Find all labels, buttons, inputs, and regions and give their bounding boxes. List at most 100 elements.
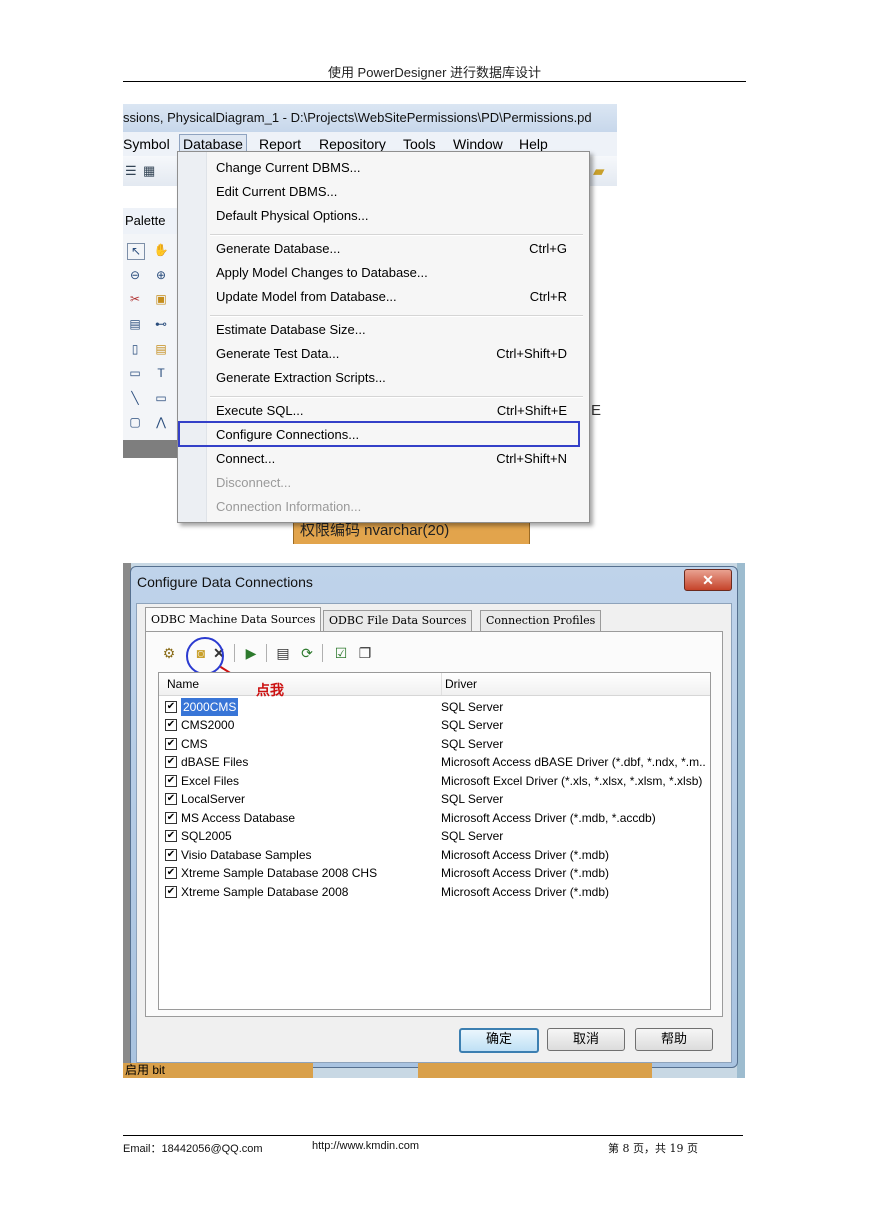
menu-item-label: Estimate Database Size... [216, 322, 366, 337]
checkbox[interactable]: ✔ [165, 830, 177, 842]
data-source-driver: Microsoft Access dBASE Driver (*.dbf, *.… [441, 755, 706, 769]
menu-item-label: Execute SQL... [216, 403, 304, 418]
menu-item-generate-extraction-scripts[interactable]: Generate Extraction Scripts... [216, 367, 567, 389]
ok-button[interactable]: 确定 [459, 1028, 539, 1053]
zoom-out-icon[interactable]: ⊖ [127, 268, 143, 283]
pointer-icon[interactable]: ↖ [127, 243, 145, 260]
menu-item-label: Edit Current DBMS... [216, 184, 338, 199]
configure-connections-dialog: Configure Data Connections ✕ ODBC Machin… [130, 566, 738, 1068]
menu-symbol[interactable]: Symbol [123, 132, 170, 156]
data-source-name: Visio Database Samples [181, 848, 312, 862]
menu-item-generate-test-data[interactable]: Generate Test Data... Ctrl+Shift+D [216, 343, 567, 365]
menu-item-default-physical-options[interactable]: Default Physical Options... [216, 205, 567, 227]
menu-item-estimate-size[interactable]: Estimate Database Size... [216, 319, 567, 341]
data-source-driver: SQL Server [441, 718, 504, 732]
background-strip [737, 563, 745, 1078]
checkbox[interactable]: ✔ [165, 775, 177, 787]
dialog-title: Configure Data Connections [137, 574, 313, 590]
checkbox[interactable]: ✔ [165, 867, 177, 879]
menu-item-edit-dbms[interactable]: Edit Current DBMS... [216, 181, 567, 203]
cancel-button[interactable]: 取消 [547, 1028, 625, 1051]
menu-item-change-dbms[interactable]: Change Current DBMS... [216, 157, 567, 179]
menu-item-label: Generate Test Data... [216, 346, 340, 361]
list-item[interactable]: ✔ dBASE Files Microsoft Access dBASE Drive… [159, 753, 710, 771]
menu-item-label: Connect... [216, 451, 276, 466]
menu-item-update-model[interactable]: Update Model from Database... Ctrl+R [216, 286, 567, 308]
cut-icon[interactable]: ✂ [127, 292, 143, 307]
list-item[interactable]: ✔ MS Access Database Microsoft Access Driv… [159, 809, 710, 827]
folder-icon[interactable]: ▰ [593, 162, 605, 180]
checkbox[interactable]: ✔ [165, 793, 177, 805]
data-source-name: Xtreme Sample Database 2008 CHS [181, 866, 378, 880]
reference-icon[interactable]: ⊷ [153, 317, 169, 332]
procedure-icon[interactable]: ▭ [127, 366, 143, 381]
window-title: ssions, PhysicalDiagram_1 - D:\Projects\… [123, 104, 617, 132]
table-icon[interactable]: ▤ [127, 317, 143, 332]
data-source-driver: SQL Server [441, 737, 504, 751]
menu-item-label: Generate Extraction Scripts... [216, 370, 386, 385]
background-fragment: 启用 bit [123, 1063, 745, 1078]
menu-item-label: Change Current DBMS... [216, 160, 361, 175]
deselect-all-icon[interactable]: ❐ [356, 644, 374, 662]
menu-item-apply-model-changes[interactable]: Apply Model Changes to Database... [216, 262, 567, 284]
list-item[interactable]: ✔ CMS SQL Server [159, 735, 710, 753]
refresh-icon[interactable]: ⟳ [298, 644, 316, 662]
list-item[interactable]: ✔ Xtreme Sample Database 2008 CHS Microsof… [159, 864, 710, 882]
tab-odbc-machine-data-sources[interactable]: ODBC Machine Data Sources [145, 607, 322, 632]
footer-url[interactable]: http://www.kmdin.com [312, 1140, 419, 1152]
rectangle-icon[interactable]: ▭ [153, 391, 169, 406]
properties-icon[interactable]: ⚙ [160, 644, 178, 662]
zoom-in-icon[interactable]: ⊕ [153, 268, 169, 283]
text-icon[interactable]: T [153, 366, 169, 381]
close-button[interactable]: ✕ [684, 569, 732, 591]
menu-item-disconnect: Disconnect... [216, 472, 567, 494]
rounded-rect-icon[interactable]: ▢ [127, 415, 143, 430]
data-source-driver: Microsoft Access Driver (*.mdb) [441, 848, 610, 862]
list-item[interactable]: ✔ SQL2005 SQL Server [159, 827, 710, 845]
tab-odbc-file-data-sources[interactable]: ODBC File Data Sources [323, 610, 473, 631]
menu-item-label: Default Physical Options... [216, 208, 369, 223]
note-icon[interactable]: ▤ [153, 342, 169, 357]
menu-item-connect[interactable]: Connect... Ctrl+Shift+N [216, 448, 567, 470]
select-all-icon[interactable]: ☑ [332, 644, 350, 662]
package-icon[interactable]: ▣ [153, 292, 169, 307]
column-header-name[interactable]: Name [167, 673, 199, 695]
odbc-admin-icon[interactable]: ▤ [274, 644, 292, 662]
toolbar-separator [322, 644, 323, 662]
list-item[interactable]: ✔ Visio Database Samples Microsoft Access … [159, 846, 710, 864]
line-icon[interactable]: ╲ [127, 391, 143, 406]
checkbox[interactable]: ✔ [165, 812, 177, 824]
checkbox[interactable]: ✔ [165, 701, 177, 713]
checkbox[interactable]: ✔ [165, 738, 177, 750]
data-source-name: CMS [181, 737, 208, 751]
page-header-title: 使用 PowerDesigner 进行数据库设计 [327, 65, 542, 80]
entity-fragment-text: 启用 bit [125, 1063, 166, 1077]
palette-toolbox: ↖ ✋ ⊖ ⊕ ✂ ▣ ▤ ⊷ ▯ ▤ ▭ T ╲ ▭ ▢ ⋀ [123, 234, 177, 444]
test-connection-icon[interactable]: ▶ [242, 644, 260, 662]
checkbox[interactable]: ✔ [165, 756, 177, 768]
list-item[interactable]: ✔ 2000CMS SQL Server [159, 698, 710, 716]
screenshot-database-menu: ssions, PhysicalDiagram_1 - D:\Projects\… [123, 104, 617, 544]
menu-item-execute-sql[interactable]: Execute SQL... Ctrl+Shift+E [216, 400, 567, 422]
list-item[interactable]: ✔ LocalServer SQL Server [159, 790, 710, 808]
hand-icon[interactable]: ✋ [153, 243, 169, 258]
grid-icon[interactable]: ▦ [143, 163, 155, 179]
polyline-icon[interactable]: ⋀ [153, 415, 169, 430]
help-button[interactable]: 帮助 [635, 1028, 713, 1051]
checkbox[interactable]: ✔ [165, 719, 177, 731]
view-icon[interactable]: ▯ [127, 342, 143, 357]
list-icon[interactable]: ☰ [125, 163, 137, 179]
list-item[interactable]: ✔ Xtreme Sample Database 2008 Microsoft Ac… [159, 883, 710, 901]
menu-item-label: Connection Information... [216, 499, 362, 514]
list-item[interactable]: ✔ Excel Files Microsoft Excel Driver (*.xl… [159, 772, 710, 790]
column-header-driver[interactable]: Driver [441, 673, 477, 695]
tab-panel: ⚙ ◙ ✕ ▶ ▤ ⟳ ☑ ❐ Name Driver ✔ 2000CMS SQ… [145, 631, 723, 1017]
data-source-name: CMS2000 [181, 718, 235, 732]
list-item[interactable]: ✔ CMS2000 SQL Server [159, 716, 710, 734]
data-source-driver: SQL Server [441, 829, 504, 843]
checkbox[interactable]: ✔ [165, 849, 177, 861]
menu-item-generate-database[interactable]: Generate Database... Ctrl+G [216, 238, 567, 260]
tab-connection-profiles[interactable]: Connection Profiles [480, 610, 602, 631]
checkbox[interactable]: ✔ [165, 886, 177, 898]
palette-title: Palette [123, 208, 177, 235]
